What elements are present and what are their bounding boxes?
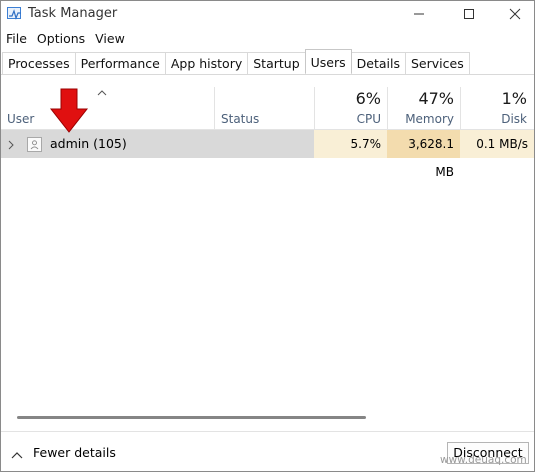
tab-performance[interactable]: Performance [74, 52, 166, 74]
menu-bar: File Options View [1, 29, 130, 49]
tab-processes[interactable]: Processes [2, 52, 76, 74]
maximize-button[interactable] [446, 1, 492, 27]
row-user-cell[interactable]: admin (105) [1, 130, 314, 158]
close-icon [509, 8, 521, 20]
cpu-total-percent: 6% [355, 89, 381, 108]
chevron-right-icon[interactable] [8, 139, 14, 153]
column-cpu[interactable]: CPU [315, 112, 381, 126]
memory-total-percent: 47% [418, 89, 454, 108]
disk-cell: 0.1 MB/s [460, 130, 534, 158]
task-manager-window: Task Manager File Options View Processes… [0, 0, 535, 472]
column-disk[interactable]: Disk [461, 112, 527, 126]
column-memory[interactable]: Memory [388, 112, 454, 126]
title-bar: Task Manager [1, 1, 534, 27]
column-divider[interactable] [214, 87, 215, 129]
menu-options[interactable]: Options [32, 29, 90, 49]
user-name: admin (105) [50, 136, 127, 151]
memory-cell: 3,628.1 MB [387, 130, 460, 179]
maximize-icon [464, 9, 474, 19]
chevron-up-icon[interactable] [11, 448, 23, 462]
column-user[interactable]: User [7, 112, 34, 126]
tab-details[interactable]: Details [350, 52, 406, 74]
tab-services[interactable]: Services [405, 52, 470, 74]
menu-view[interactable]: View [90, 29, 130, 49]
menu-file[interactable]: File [1, 29, 32, 49]
minimize-button[interactable] [396, 1, 442, 27]
tab-users[interactable]: Users [304, 49, 352, 73]
disk-total-percent: 1% [501, 89, 527, 108]
red-arrow-annotation [49, 88, 89, 133]
cpu-cell: 5.7% [314, 130, 387, 158]
horizontal-scrollbar[interactable] [17, 416, 366, 419]
column-status[interactable]: Status [221, 112, 259, 126]
close-button[interactable] [492, 1, 535, 27]
tab-strip: Processes Performance App history Startu… [1, 49, 534, 75]
user-avatar-icon [27, 137, 42, 152]
table-row[interactable]: admin (105) 5.7% 3,628.1 MB 0.1 MB/s [1, 130, 534, 179]
tab-startup[interactable]: Startup [247, 52, 306, 74]
sort-ascending-icon[interactable] [97, 85, 107, 99]
minimize-icon [414, 13, 424, 15]
watermark: www.deuaq.com [440, 454, 527, 466]
window-title: Task Manager [28, 6, 118, 21]
tab-app-history[interactable]: App history [164, 52, 249, 74]
fewer-details-link[interactable]: Fewer details [33, 445, 116, 460]
task-manager-app-icon [7, 7, 21, 20]
